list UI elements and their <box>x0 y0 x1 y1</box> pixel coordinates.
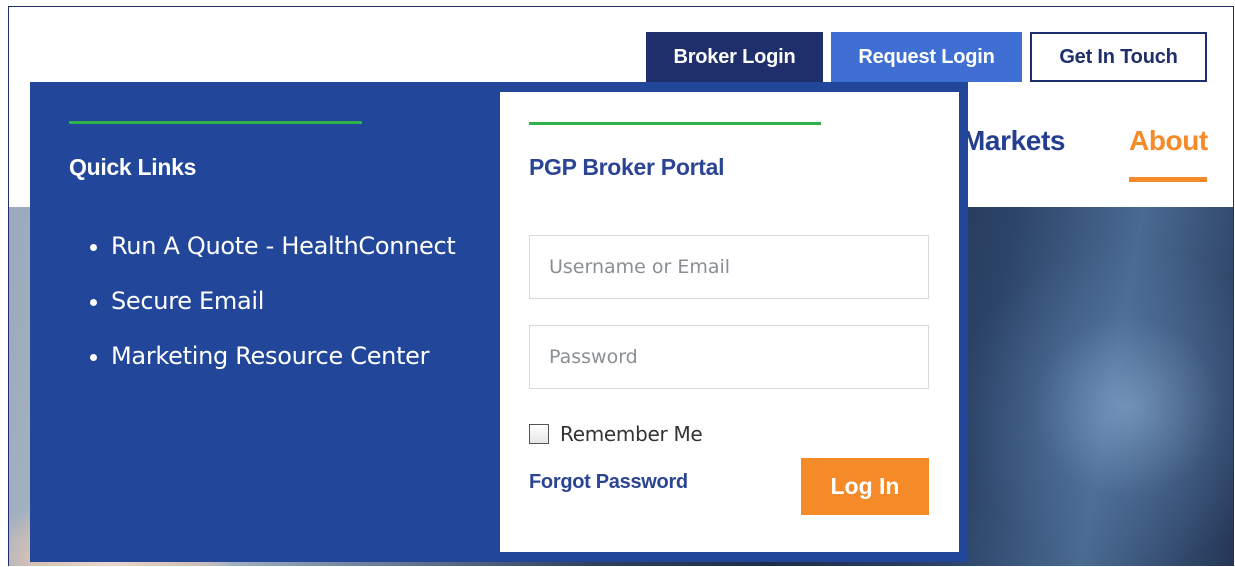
broker-login-button[interactable]: Broker Login <box>646 32 823 82</box>
nav-active-underline <box>1129 177 1207 182</box>
nav-item-about[interactable]: About <box>1129 125 1208 157</box>
bullet-icon <box>90 299 97 306</box>
remember-me-label[interactable]: Remember Me <box>560 422 703 446</box>
list-item: Secure Email <box>90 287 456 342</box>
page-frame: Broker Login Request Login Get In Touch … <box>8 6 1234 566</box>
bullet-icon <box>90 244 97 251</box>
login-card: PGP Broker Portal Remember Me Forgot Pas… <box>500 92 959 552</box>
quick-links-divider <box>69 121 362 124</box>
log-in-button[interactable]: Log In <box>801 458 929 515</box>
quick-links-title: Quick Links <box>69 154 197 180</box>
quick-links-list: Run A Quote - HealthConnect Secure Email… <box>90 232 456 397</box>
login-title: PGP Broker Portal <box>529 154 725 180</box>
username-input[interactable] <box>529 235 929 299</box>
quick-link-run-a-quote[interactable]: Run A Quote - HealthConnect <box>111 232 456 260</box>
remember-me-checkbox[interactable] <box>529 424 549 444</box>
bullet-icon <box>90 354 97 361</box>
request-login-button[interactable]: Request Login <box>831 32 1022 82</box>
quick-link-secure-email[interactable]: Secure Email <box>111 287 264 315</box>
forgot-password-link[interactable]: Forgot Password <box>529 471 688 494</box>
list-item: Marketing Resource Center <box>90 342 456 397</box>
quick-link-marketing-resource-center[interactable]: Marketing Resource Center <box>111 342 430 370</box>
remember-me-row: Remember Me <box>529 422 703 446</box>
nav-item-markets[interactable]: Markets <box>962 125 1065 157</box>
hero-light-glow <box>959 247 1233 566</box>
password-input[interactable] <box>529 325 929 389</box>
list-item: Run A Quote - HealthConnect <box>90 232 456 287</box>
login-divider <box>529 122 821 125</box>
broker-dropdown-panel: Quick Links Run A Quote - HealthConnect … <box>30 82 968 562</box>
get-in-touch-button[interactable]: Get In Touch <box>1030 32 1207 82</box>
